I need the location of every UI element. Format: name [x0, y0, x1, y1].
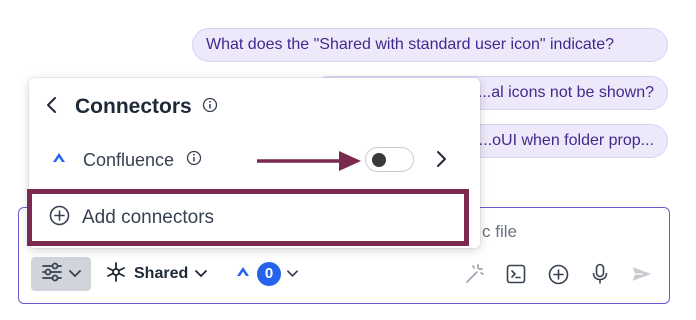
back-chevron-icon[interactable]: [45, 96, 57, 119]
add-connectors-label: Add connectors: [82, 206, 215, 228]
shared-label: Shared: [134, 265, 189, 282]
shared-scope-dropdown[interactable]: Shared: [105, 257, 208, 291]
add-connectors-button[interactable]: Add connectors: [27, 189, 469, 246]
popup-header: Connectors: [45, 92, 218, 122]
confluence-toggle[interactable]: [365, 147, 414, 172]
suggestion-chip-1[interactable]: What does the "Shared with standard user…: [192, 28, 668, 62]
microphone-icon[interactable]: [589, 263, 611, 285]
connectors-popup: Connectors Confluence Add connectors: [27, 78, 480, 248]
suggestion-chip-label: ...oUI when folder prop...: [478, 132, 654, 149]
connector-count-badge: 0: [257, 262, 281, 286]
suggestion-chip-label: ...al icons not be shown?: [477, 84, 654, 101]
terminal-icon[interactable]: [505, 263, 527, 285]
info-icon[interactable]: [186, 150, 202, 171]
chevron-right-icon[interactable]: [435, 150, 447, 173]
settings-button[interactable]: [31, 257, 91, 291]
add-circle-icon: [49, 205, 70, 231]
send-icon[interactable]: [631, 263, 653, 285]
connector-row-confluence: Confluence: [51, 145, 202, 175]
magic-wand-icon[interactable]: [463, 263, 485, 285]
composer-placeholder: c file: [482, 222, 517, 241]
connector-name: Confluence: [83, 149, 175, 170]
confluence-icon: [51, 150, 67, 171]
sliders-icon: [41, 262, 63, 287]
shared-users-icon: [105, 261, 127, 288]
info-icon[interactable]: [202, 97, 218, 118]
chevron-down-icon: [69, 265, 81, 283]
popup-title: Connectors: [75, 95, 192, 118]
connectors-dropdown[interactable]: 0: [235, 257, 298, 291]
add-circle-icon[interactable]: [547, 263, 569, 285]
confluence-icon: [235, 264, 251, 285]
chevron-down-icon: [195, 265, 208, 283]
annotation-arrow: [257, 151, 361, 171]
toggle-knob: [372, 153, 386, 167]
chevron-down-icon: [287, 265, 298, 283]
composer-actions: [463, 257, 653, 291]
suggestion-chip-label: What does the "Shared with standard user…: [206, 36, 615, 53]
